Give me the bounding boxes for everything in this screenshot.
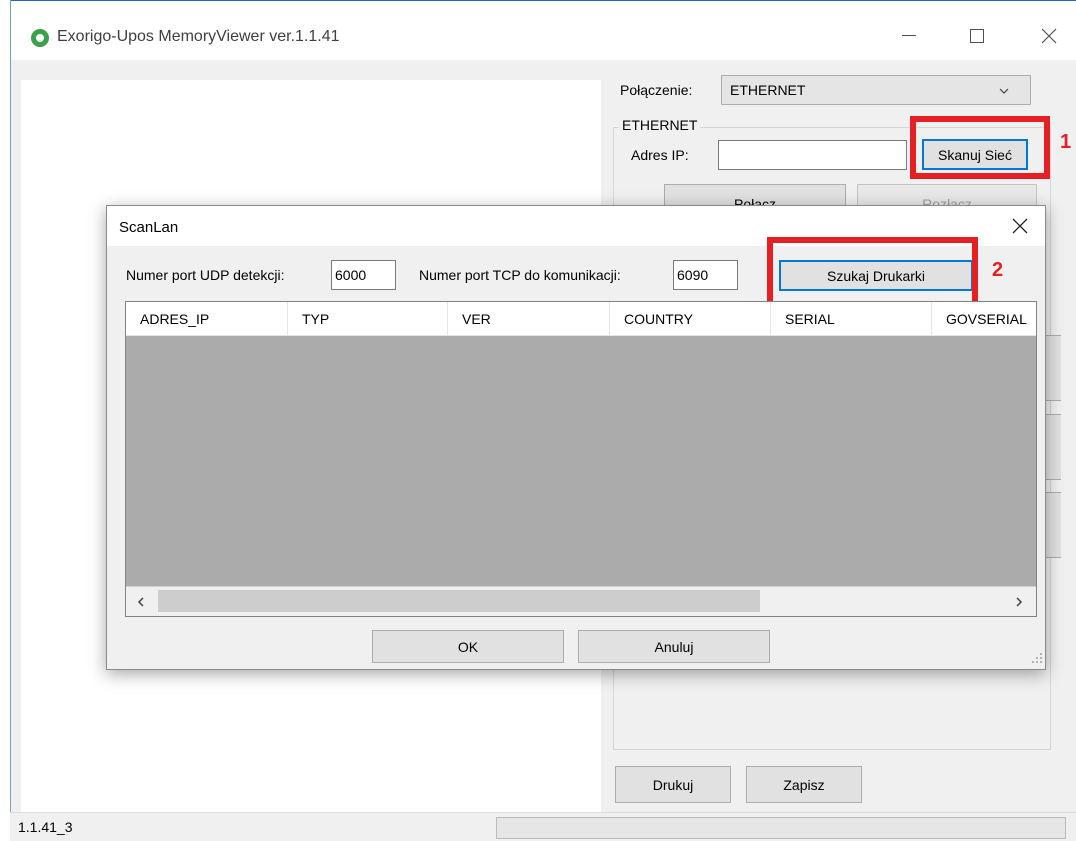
printers-list[interactable]: ADRES_IP TYP VER COUNTRY SERIAL GOVSERIA… [125,301,1037,617]
app-logo-icon [31,29,49,47]
connection-select[interactable]: ETHERNET [721,75,1031,105]
scrollbar-thumb[interactable] [158,590,760,612]
close-icon [1012,218,1028,234]
ethernet-group-label: ETHERNET [619,117,701,133]
minimize-button[interactable] [887,19,931,53]
connection-select-value: ETHERNET [730,82,806,98]
column-header-country[interactable]: COUNTRY [610,302,771,336]
close-icon [1041,28,1057,44]
column-header-typ[interactable]: TYP [288,302,448,336]
chevron-left-icon [137,597,144,607]
window-title: Exorigo-Upos MemoryViewer ver.1.1.41 [57,28,340,45]
chevron-right-icon [1016,597,1023,607]
tcp-port-label: Numer port TCP do komunikacji: [419,267,621,283]
tcp-port-input[interactable]: 6090 [673,260,738,290]
step1-highlight-box [910,116,1050,179]
minimize-icon [902,35,916,36]
maximize-button[interactable] [955,19,999,53]
ip-address-input[interactable] [718,140,907,170]
step1-marker: 1 [1060,131,1072,153]
version-status: 1.1.41_3 [18,819,73,835]
save-button[interactable]: Zapisz [746,766,862,803]
column-header-serial[interactable]: SERIAL [771,302,932,336]
print-button[interactable]: Drukuj [615,766,731,803]
connection-label: Połączenie: [620,82,693,98]
list-header: ADRES_IP TYP VER COUNTRY SERIAL GOVSERIA… [126,302,1036,336]
column-header-ver[interactable]: VER [448,302,610,336]
column-header-adres-ip[interactable]: ADRES_IP [126,302,288,336]
column-header-govserial[interactable]: GOVSERIAL [932,302,1036,336]
dialog-close-button[interactable] [997,210,1043,242]
step2-highlight-box [767,237,978,308]
scroll-left-button[interactable] [126,587,156,616]
dialog-title: ScanLan [119,219,179,236]
ip-address-label: Adres IP: [631,147,689,163]
scanlan-dialog: ScanLan Numer port UDP detekcji: 6000 Nu… [106,205,1046,670]
udp-port-label: Numer port UDP detekcji: [126,267,285,283]
title-bar[interactable]: Exorigo-Upos MemoryViewer ver.1.1.41 [11,0,1076,60]
scroll-right-button[interactable] [1004,587,1034,616]
udp-port-input[interactable]: 6000 [331,260,396,290]
cancel-button[interactable]: Anuluj [578,630,770,663]
maximize-icon [970,29,984,43]
step2-marker: 2 [992,259,1004,281]
resize-grip-icon[interactable] [1031,652,1043,664]
chevron-down-icon [999,88,1009,94]
ok-button[interactable]: OK [372,630,564,663]
status-progress-bar [496,817,1066,839]
close-button[interactable] [1027,19,1071,53]
horizontal-scrollbar[interactable] [126,586,1036,616]
